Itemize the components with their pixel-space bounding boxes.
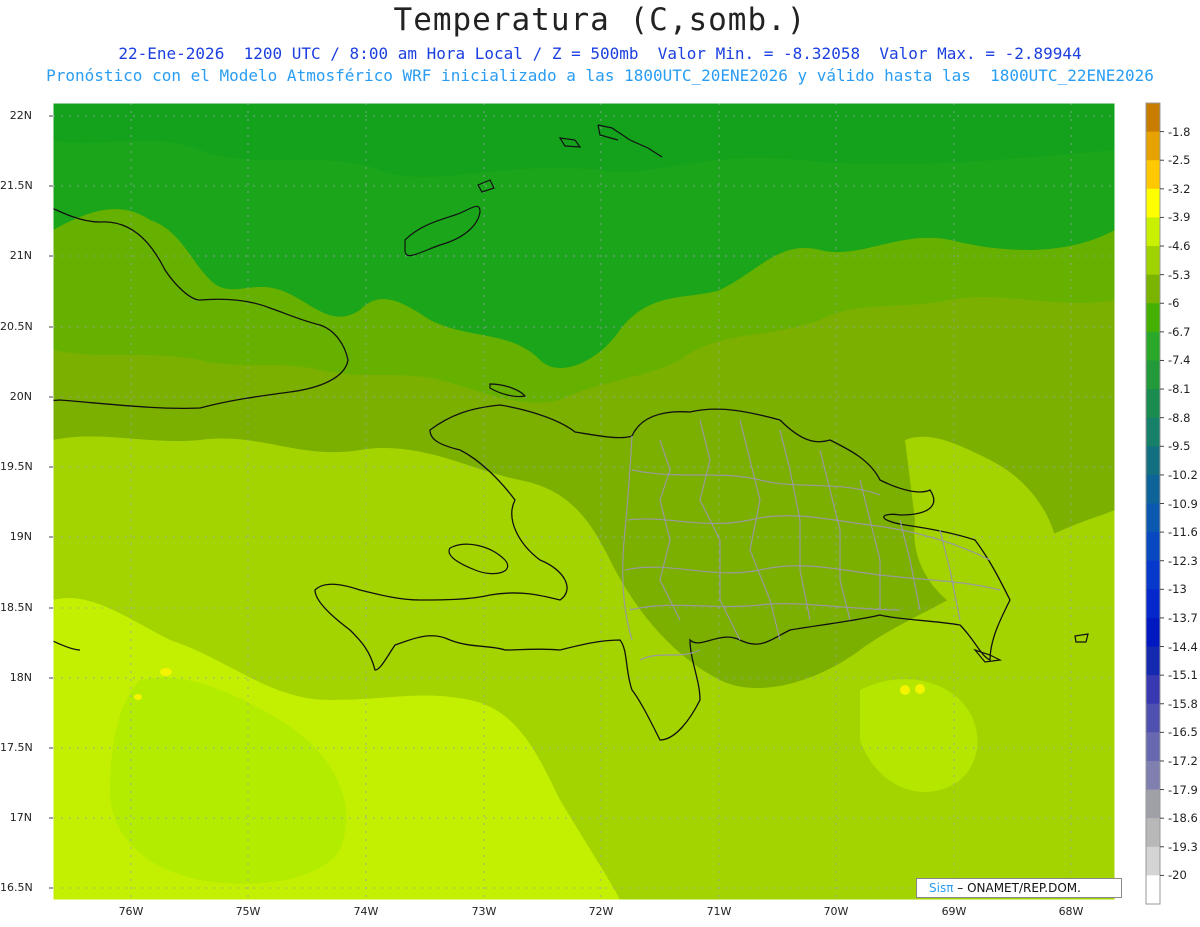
colorbar-label: -7.4 — [1168, 353, 1191, 368]
axis-ticks — [49, 115, 53, 889]
colorbar-swatch — [1146, 417, 1160, 447]
colorbar-swatch — [1146, 818, 1160, 848]
colorbar-swatch — [1146, 703, 1160, 733]
colorbar — [1145, 102, 1164, 905]
colorbar-swatch — [1146, 875, 1160, 905]
colorbar-swatch — [1146, 446, 1160, 476]
lat-label: 21N — [9, 249, 32, 262]
colorbar-swatch — [1146, 589, 1160, 619]
colorbar-label: -17.9 — [1168, 782, 1198, 797]
lat-label: 19N — [9, 530, 32, 543]
lat-label: 17N — [9, 811, 32, 824]
colorbar-swatch — [1146, 131, 1160, 161]
colorbar-swatch — [1146, 331, 1160, 361]
colorbar-swatch — [1146, 675, 1160, 705]
colorbar-swatch — [1146, 389, 1160, 419]
colorbar-label: -15.1 — [1168, 668, 1198, 683]
field-yellow-spot — [900, 685, 910, 695]
colorbar-swatch — [1146, 789, 1160, 819]
colorbar-label: -10.9 — [1168, 496, 1198, 511]
lon-label: 69W — [941, 905, 967, 918]
lat-label: 19.5N — [0, 460, 33, 473]
colorbar-swatch — [1146, 188, 1160, 218]
credit-text: – ONAMET/REP.DOM. — [953, 881, 1081, 895]
lat-label: 20.5N — [0, 320, 33, 333]
colorbar-label: -20 — [1168, 868, 1187, 883]
colorbar-swatch — [1146, 560, 1160, 590]
lon-label: 73W — [471, 905, 497, 918]
colorbar-swatch — [1146, 503, 1160, 533]
lat-label: 18N — [9, 671, 32, 684]
field-yellow-spot — [134, 694, 142, 700]
colorbar-label: -10.2 — [1168, 467, 1198, 482]
lat-label: 21.5N — [0, 179, 33, 192]
colorbar-label: -14.4 — [1168, 639, 1198, 654]
lat-label: 17.5N — [0, 741, 33, 754]
colorbar-label: -2.5 — [1168, 153, 1191, 168]
colorbar-label: -11.6 — [1168, 525, 1198, 540]
colorbar-label: -18.6 — [1168, 811, 1198, 826]
colorbar-swatch — [1146, 532, 1160, 562]
colorbar-swatch — [1146, 474, 1160, 504]
lon-label: 75W — [235, 905, 261, 918]
colorbar-label: -6.7 — [1168, 324, 1191, 339]
lat-label: 18.5N — [0, 601, 33, 614]
temperature-field — [53, 103, 1115, 900]
lon-label: 72W — [588, 905, 614, 918]
colorbar-swatch — [1146, 103, 1160, 133]
colorbar-swatch — [1146, 646, 1160, 676]
lat-label: 20N — [9, 390, 32, 403]
colorbar-swatch — [1146, 760, 1160, 791]
forecast-map — [49, 102, 1164, 905]
colorbar-label: -15.8 — [1168, 696, 1198, 711]
lat-label: 22N — [9, 109, 32, 122]
colorbar-swatch — [1146, 303, 1160, 333]
colorbar-label: -9.5 — [1168, 439, 1191, 454]
colorbar-label: -13 — [1168, 582, 1187, 597]
colorbar-swatch — [1146, 246, 1160, 276]
lon-label: 68W — [1058, 905, 1084, 918]
colorbar-label: -13.7 — [1168, 610, 1198, 625]
lon-label: 74W — [353, 905, 379, 918]
field-yellow-spot — [915, 684, 925, 694]
lat-label: 16.5N — [0, 881, 33, 894]
colorbar-label: -8.8 — [1168, 410, 1191, 425]
colorbar-label: -16.5 — [1168, 725, 1198, 740]
colorbar-swatch — [1146, 160, 1160, 190]
credit-brand: Sisπ — [929, 881, 954, 895]
lon-label: 71W — [706, 905, 732, 918]
lon-label: 76W — [118, 905, 144, 918]
credit-box: Sisπ – ONAMET/REP.DOM. — [916, 878, 1122, 898]
colorbar-swatch — [1146, 732, 1160, 762]
colorbar-label: -6 — [1168, 296, 1180, 311]
colorbar-swatch — [1146, 360, 1160, 390]
colorbar-swatch — [1146, 217, 1160, 247]
colorbar-label: -8.1 — [1168, 382, 1191, 397]
lon-label: 70W — [823, 905, 849, 918]
colorbar-label: -17.2 — [1168, 753, 1198, 768]
colorbar-label: -19.3 — [1168, 839, 1198, 854]
colorbar-label: -1.8 — [1168, 124, 1191, 139]
colorbar-label: -3.9 — [1168, 210, 1191, 225]
field-yellow-spot — [160, 668, 172, 676]
colorbar-label: -12.3 — [1168, 553, 1198, 568]
colorbar-label: -3.2 — [1168, 181, 1191, 196]
colorbar-label: -5.3 — [1168, 267, 1191, 282]
colorbar-swatch — [1146, 846, 1160, 876]
colorbar-swatch — [1146, 617, 1160, 648]
colorbar-label: -4.6 — [1168, 239, 1191, 254]
colorbar-swatch — [1146, 274, 1160, 304]
